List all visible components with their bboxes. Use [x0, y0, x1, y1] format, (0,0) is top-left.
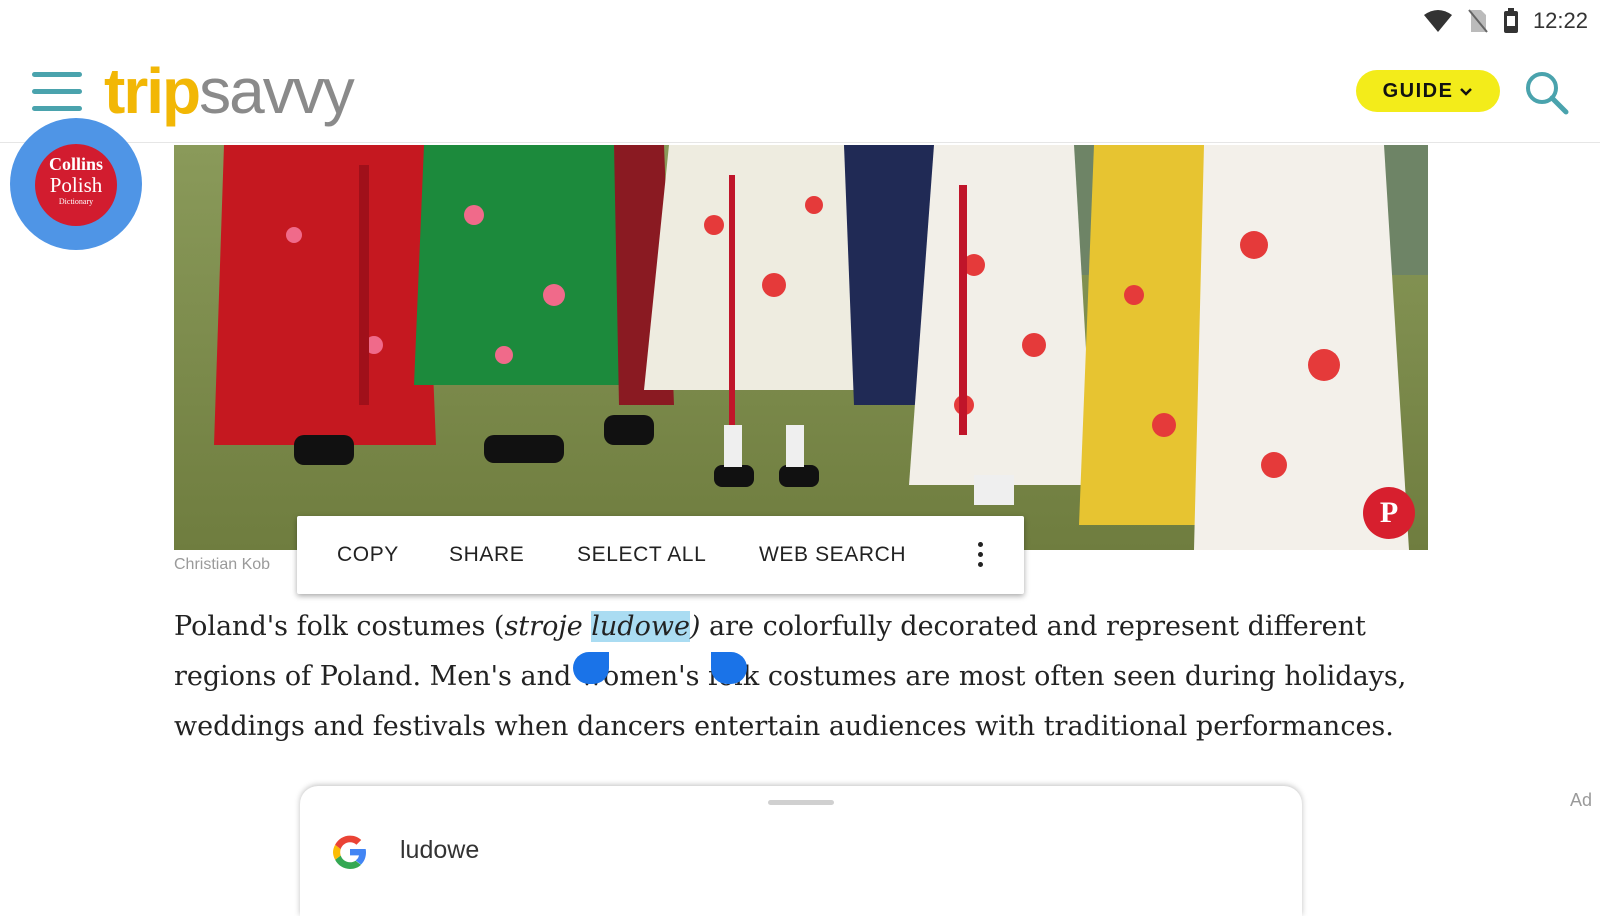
- photo-credit: Christian Kob: [174, 556, 271, 573]
- text-selection-menu: COPY SHARE SELECT ALL WEB SEARCH: [297, 516, 1024, 594]
- bubble-line2: Polish: [49, 173, 103, 197]
- search-icon[interactable]: [1522, 68, 1570, 116]
- ad-label: Ad: [1570, 790, 1593, 810]
- more-vert-icon[interactable]: [965, 538, 995, 572]
- battery-icon: [1503, 8, 1519, 34]
- status-time: 12:22: [1532, 8, 1588, 33]
- selected-text[interactable]: ludowe: [591, 611, 690, 642]
- italic-paren: ): [689, 611, 701, 642]
- logo-savvy: savvy: [199, 55, 355, 127]
- hero-image: [174, 145, 1428, 550]
- status-icons: 12:22: [1423, 8, 1588, 34]
- sheet-drag-handle[interactable]: [768, 800, 834, 805]
- bubble-line3: Dictionary: [58, 197, 94, 206]
- select-all-button[interactable]: SELECT ALL: [577, 543, 706, 567]
- pinterest-icon[interactable]: P: [1363, 487, 1415, 539]
- tripsavvy-logo[interactable]: tripsavvy: [104, 55, 355, 127]
- selection-start-handle[interactable]: [573, 652, 609, 684]
- logo-trip: trip: [104, 55, 201, 127]
- status-bar: 12:22: [0, 0, 1600, 44]
- web-search-button[interactable]: WEB SEARCH: [759, 543, 906, 567]
- text-segment: Poland's folk costumes (: [174, 611, 505, 642]
- article-paragraph: Poland's folk costumes (stroje ludowe) a…: [174, 602, 1434, 752]
- copy-button[interactable]: COPY: [337, 543, 399, 567]
- search-bottom-sheet[interactable]: ludowe: [300, 786, 1302, 916]
- chevron-down-icon: [1459, 80, 1473, 103]
- wifi-icon: [1423, 9, 1453, 33]
- no-sim-icon: [1467, 8, 1489, 34]
- share-button[interactable]: SHARE: [449, 543, 524, 567]
- collins-dictionary-bubble[interactable]: Collins Polish Dictionary: [10, 118, 142, 250]
- app-header: tripsavvy GUIDE: [0, 52, 1600, 143]
- guide-label: GUIDE: [1382, 79, 1454, 102]
- bubble-line1: Collins: [48, 154, 104, 174]
- guide-button[interactable]: GUIDE: [1356, 70, 1500, 112]
- collins-logo: Collins Polish Dictionary: [35, 144, 117, 226]
- hamburger-menu-icon[interactable]: [32, 70, 82, 114]
- google-icon: [330, 832, 370, 872]
- search-query-text: ludowe: [400, 836, 480, 864]
- selection-end-handle[interactable]: [711, 652, 747, 684]
- italic-term: stroje: [504, 611, 592, 642]
